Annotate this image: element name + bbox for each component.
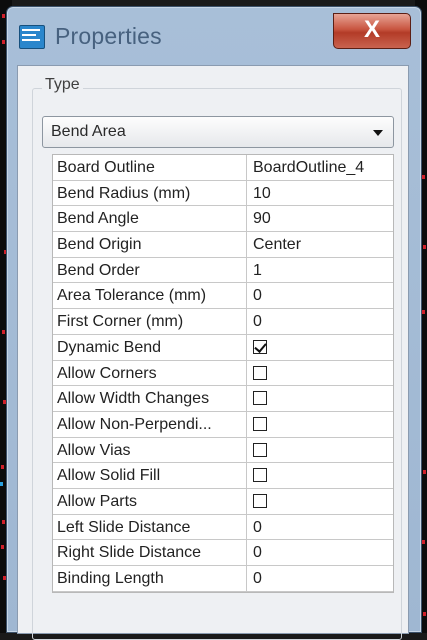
property-row[interactable]: Allow Parts [53,488,393,515]
property-value-cell [247,335,393,360]
property-row[interactable]: First Corner (mm) 0 [53,309,393,335]
property-row[interactable]: Allow Width Changes [53,386,393,412]
property-value[interactable]: 0 [247,540,393,565]
property-value[interactable]: Center [247,232,393,257]
property-value[interactable]: BoardOutline_4 [247,155,393,180]
property-row[interactable]: Allow Corners [53,360,393,387]
type-dropdown-value: Bend Area [51,123,126,140]
property-value[interactable]: 0 [247,515,393,540]
property-value-cell [247,386,393,411]
property-checkbox[interactable] [253,442,267,457]
property-value-cell [247,463,393,488]
property-name: Allow Width Changes [53,386,247,411]
property-row[interactable]: Dynamic Bend [53,334,393,361]
property-name: First Corner (mm) [53,309,247,334]
application-icon [19,25,45,49]
properties-window: Properties X Type Bend Area Board Outlin… [6,6,422,640]
property-name: Left Slide Distance [53,514,247,540]
property-name: Allow Non-Perpendi... [53,411,247,437]
property-name: Allow Corners [53,360,247,386]
property-row[interactable]: Bend Angle 90 [53,206,393,233]
property-row[interactable]: Binding Length 0 [53,566,393,592]
property-checkbox[interactable] [253,468,267,483]
chevron-down-icon[interactable] [373,130,383,136]
property-value-cell [247,361,393,386]
property-name: Bend Order [53,257,247,283]
window-title: Properties [55,23,162,49]
property-name: Right Slide Distance [53,540,247,565]
property-name: Allow Parts [53,488,247,514]
property-name: Allow Solid Fill [53,463,247,488]
type-dropdown[interactable]: Bend Area [42,116,394,148]
property-name: Bend Angle [53,206,247,232]
property-value[interactable]: 90 [247,206,393,231]
property-row[interactable]: Left Slide Distance 0 [53,514,393,541]
property-value-cell [247,489,393,514]
close-icon: X [363,16,380,43]
property-row[interactable]: Bend Origin Center [53,232,393,258]
property-checkbox[interactable] [253,339,267,354]
property-row[interactable]: Bend Order 1 [53,257,393,284]
property-name: Area Tolerance (mm) [53,283,247,309]
property-checkbox[interactable] [253,416,267,431]
title-bar[interactable]: Properties X [7,7,421,59]
properties-panel: Type Bend Area Board Outline BoardOutline… [17,65,409,640]
property-name: Dynamic Bend [53,334,247,360]
property-checkbox[interactable] [253,493,267,508]
property-name: Bend Origin [53,232,247,257]
property-name: Bend Radius (mm) [53,180,247,206]
property-row[interactable]: Right Slide Distance 0 [53,540,393,566]
property-row[interactable]: Allow Non-Perpendi... [53,411,393,438]
property-value-cell [247,438,393,463]
property-checkbox[interactable] [253,365,267,380]
property-row[interactable]: Bend Radius (mm) 10 [53,180,393,207]
property-row[interactable]: Board Outline BoardOutline_4 [53,155,393,181]
property-row[interactable]: Allow Vias [53,437,393,464]
property-name: Board Outline [53,155,247,180]
property-grid: Board Outline BoardOutline_4 Bend Radius (… [52,154,394,593]
close-button[interactable]: X [333,13,411,49]
property-row[interactable]: Allow Solid Fill [53,463,393,489]
property-value[interactable]: 1 [247,258,393,283]
property-row[interactable]: Area Tolerance (mm) 0 [53,283,393,310]
property-value-cell [247,412,393,437]
property-value[interactable]: 0 [247,566,393,591]
property-value[interactable]: 10 [247,181,393,206]
property-checkbox[interactable] [253,391,267,406]
type-group-label: Type [42,76,83,94]
property-name: Allow Vias [53,437,247,463]
property-value[interactable]: 0 [247,309,393,334]
property-name: Binding Length [53,566,247,591]
property-value[interactable]: 0 [247,283,393,308]
